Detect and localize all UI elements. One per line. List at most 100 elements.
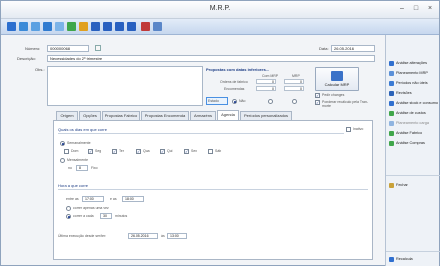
sidebar-item-label: Períodos não úteis	[396, 81, 428, 85]
close-icon[interactable]: ×	[423, 4, 437, 14]
divider	[386, 251, 440, 252]
day-qui-checkbox[interactable]: ✓	[160, 149, 165, 154]
tab-armazens[interactable]: Armazéns	[190, 111, 216, 120]
sidebar-item-label: Análise Compras	[396, 141, 425, 145]
analysis-icon	[389, 60, 394, 66]
purchases-icon	[389, 140, 394, 146]
estado-option3-radio[interactable]	[292, 99, 297, 104]
a-cada-label: correr a cada	[73, 214, 94, 218]
day-dom-checkbox[interactable]	[64, 149, 69, 154]
semanal-label: Semanalmente	[67, 141, 91, 145]
tab-propostas-encomenda[interactable]: Propostas Encomenda	[141, 111, 189, 120]
toolbar	[1, 19, 439, 35]
uma-vez-label: correr apenas uma vez	[73, 206, 109, 210]
data-label: Data:	[319, 46, 329, 51]
planning-icon	[389, 70, 394, 76]
last-record-icon[interactable]	[127, 22, 136, 31]
encomendas-com-mrp: 0	[256, 86, 276, 91]
hora-inicio-field[interactable]: 17:00	[82, 196, 104, 202]
ordens-com-mrp: 0	[256, 79, 276, 84]
encomendas-mrp: 0	[284, 86, 304, 91]
semanal-radio[interactable]	[60, 141, 65, 146]
help-icon[interactable]	[153, 22, 162, 31]
day-ter-checkbox[interactable]: ✓	[112, 149, 117, 154]
a-cada-radio[interactable]	[66, 214, 71, 219]
row-encomendas-label: Encomendas	[224, 87, 245, 91]
lookup-icon[interactable]	[95, 45, 101, 51]
calcular-mrp-button[interactable]: Calcular MRP	[315, 67, 359, 91]
obs-textarea[interactable]	[47, 66, 203, 106]
search-icon[interactable]	[43, 22, 52, 31]
print-icon[interactable]	[55, 22, 64, 31]
pedir-changes-checkbox[interactable]: ✓	[315, 93, 320, 98]
tab-propostas-fabrico[interactable]: Propostas Fabrico	[102, 111, 140, 120]
estado-nao-label: Não	[239, 99, 246, 103]
tab-agenda[interactable]: Agenda	[217, 110, 239, 120]
title-bar: M.R.P. – □ ×	[1, 1, 439, 19]
calculator-icon	[331, 71, 343, 81]
calendar-icon	[389, 80, 394, 86]
tab-origem[interactable]: Origem	[56, 111, 78, 120]
day-seg-checkbox[interactable]: ✓	[88, 149, 93, 154]
data-field[interactable]: 26.05.2016	[331, 45, 375, 52]
uma-vez-radio[interactable]	[66, 206, 71, 211]
ultima-data-field[interactable]: 26.05.2016	[128, 233, 158, 239]
minimize-icon[interactable]: –	[395, 4, 409, 14]
confirm-icon[interactable]	[67, 22, 76, 31]
sidebar-item-fabrico[interactable]: Análise Fabrico	[389, 129, 439, 137]
load-icon	[389, 120, 394, 126]
sidebar-item-analise-alteracoes[interactable]: Análise alterações	[389, 59, 439, 67]
sidebar-item-compras[interactable]: Análise Compras	[389, 139, 439, 147]
day-sab-label: Sáb	[215, 149, 222, 153]
sidebar-item-carga[interactable]: Planeamento carga	[389, 119, 439, 127]
estado-option2-radio[interactable]	[268, 99, 273, 104]
minutos-field[interactable]: 30	[100, 213, 112, 219]
refresh-icon[interactable]	[79, 22, 88, 31]
sidebar-item-revisoes[interactable]: Revisões	[389, 89, 439, 97]
estado-group: Estado	[206, 97, 228, 105]
day-seg-label: Seg	[95, 149, 102, 153]
divider	[58, 189, 368, 190]
sidebar-item-periodos[interactable]: Períodos não úteis	[389, 79, 439, 87]
dias-section-title: Quais os dias em que corre	[58, 127, 107, 132]
previous-record-icon[interactable]	[103, 22, 112, 31]
delete-icon[interactable]	[141, 22, 150, 31]
fechar-button[interactable]: Fechar	[389, 181, 439, 189]
dia-mes-field[interactable]: 8	[76, 165, 88, 171]
costs-icon	[389, 110, 394, 116]
descricao-field[interactable]: Necessidades do 2º trimestre	[47, 55, 375, 62]
day-sab-checkbox[interactable]	[208, 149, 213, 154]
close-doc-icon	[389, 182, 394, 188]
ponderar-checkbox[interactable]: ✓	[315, 100, 320, 105]
tab-periodos[interactable]: Períodos personalizados	[240, 111, 292, 120]
sidebar-item-stock[interactable]: Análise stock e consumo	[389, 99, 439, 107]
ponderar-label: Ponderar recálculo pela Tran-morte	[322, 100, 369, 108]
hora-section-title: Hora a que corre	[58, 183, 89, 188]
calcular-mrp-label: Calcular MRP	[324, 82, 350, 87]
open-icon[interactable]	[31, 22, 40, 31]
maximize-icon[interactable]: □	[409, 4, 423, 14]
new-icon[interactable]	[7, 22, 16, 31]
numero-field[interactable]: 000000068	[47, 45, 89, 52]
ultima-hora-field[interactable]: 13:00	[167, 233, 187, 239]
day-dom-label: Dom	[71, 149, 79, 153]
day-sex-label: Sex	[191, 149, 198, 153]
tab-opcoes[interactable]: Opções	[79, 111, 101, 120]
save-icon[interactable]	[19, 22, 28, 31]
inativo-checkbox[interactable]	[346, 127, 351, 132]
mensal-radio[interactable]	[60, 158, 65, 163]
next-record-icon[interactable]	[115, 22, 124, 31]
sidebar-item-planeamento-mrp[interactable]: Planeamento MRP	[389, 69, 439, 77]
day-sex-checkbox[interactable]: ✓	[184, 149, 189, 154]
sidebar-item-custos[interactable]: Análise de custos	[389, 109, 439, 117]
estado-nao-radio[interactable]	[232, 99, 237, 104]
divider	[58, 133, 344, 134]
first-record-icon[interactable]	[91, 22, 100, 31]
day-qua-checkbox[interactable]: ✓	[136, 149, 141, 154]
sidebar-item-label: Análise alterações	[396, 61, 428, 65]
hora-fim-field[interactable]: 18:00	[122, 196, 144, 202]
sidebar-item-label: Revisões	[396, 91, 412, 95]
day-ter-label: Ter	[119, 149, 124, 153]
recalcula-button[interactable]: Recalcula	[389, 255, 439, 263]
revisions-icon	[389, 90, 394, 96]
